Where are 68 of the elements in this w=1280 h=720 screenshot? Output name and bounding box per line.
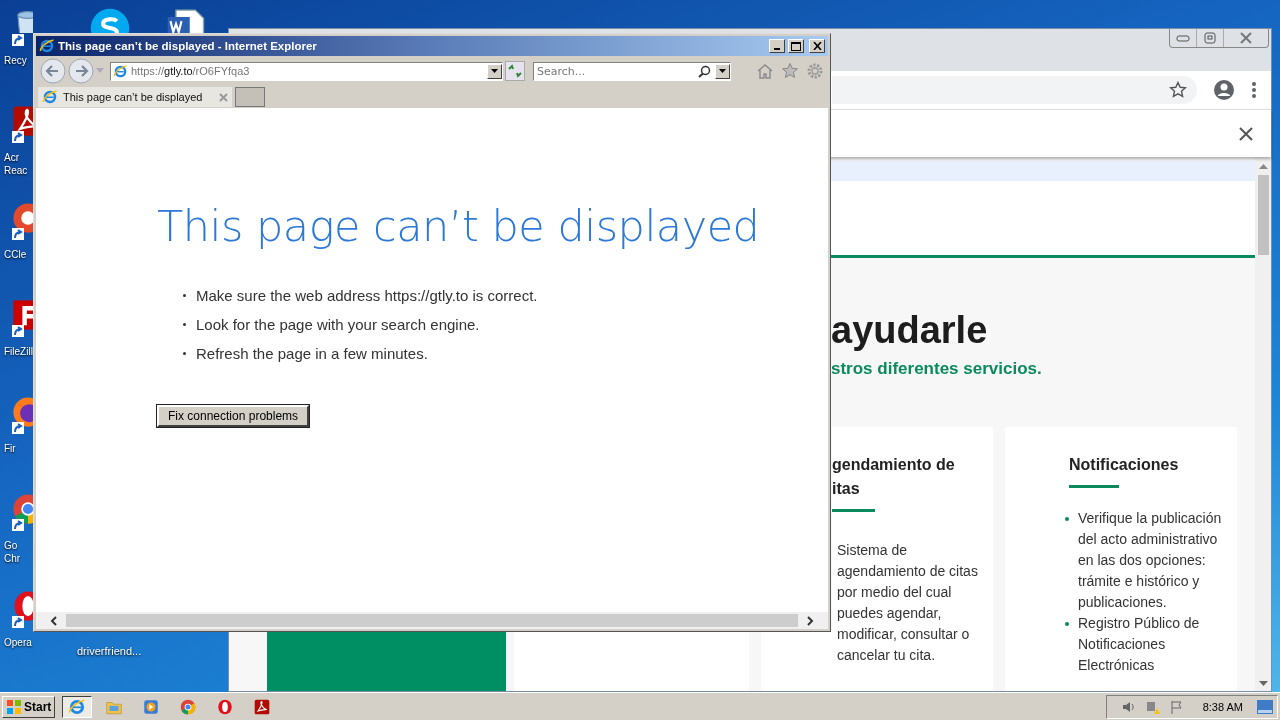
scroll-up-arrow-icon[interactable] xyxy=(1258,163,1268,169)
ie-icon[interactable] xyxy=(39,38,55,54)
shortcut-arrow-icon xyxy=(12,519,24,531)
title-underline xyxy=(832,509,875,512)
bullet-icon xyxy=(183,294,186,297)
scroll-down-arrow-icon[interactable] xyxy=(1258,681,1268,687)
desktop-icon-label[interactable]: Recy xyxy=(4,54,33,67)
star-icon[interactable] xyxy=(1169,81,1187,99)
shortcut-arrow-icon xyxy=(12,228,24,240)
shortcut-arrow-icon xyxy=(12,422,24,434)
start-button[interactable]: Start xyxy=(2,695,56,718)
shortcut-arrow-icon xyxy=(12,616,24,628)
window-title: This page can’t be displayed - Internet Explorer xyxy=(58,40,317,52)
forward-button[interactable] xyxy=(68,58,94,84)
search-field[interactable]: Search... xyxy=(533,61,731,81)
desktop-icon-label[interactable]: driverfriend... xyxy=(77,645,142,657)
error-heading: This page can’t be displayed xyxy=(157,200,760,253)
list-item: Refresh the page in a few minutes. xyxy=(196,344,428,363)
media-icon[interactable] xyxy=(142,697,161,716)
shortcut-arrow-icon xyxy=(12,34,24,46)
title-underline xyxy=(1069,485,1119,488)
filezilla-icon[interactable] xyxy=(10,297,33,333)
bullet-icon xyxy=(183,323,186,326)
bullet-icon xyxy=(183,352,186,355)
shortcut-arrow-icon xyxy=(12,131,24,143)
page-subheading: stros diferentes servicios. xyxy=(831,358,1043,380)
taskbar-button[interactable] xyxy=(62,695,93,718)
flag-icon[interactable] xyxy=(1168,698,1185,715)
dropdown-arrow-icon[interactable] xyxy=(491,69,498,73)
desktop-icon-label[interactable]: CCle xyxy=(4,248,33,261)
star-icon[interactable] xyxy=(781,62,799,80)
acrobat-icon[interactable] xyxy=(253,697,272,716)
page-heading: ayudarle xyxy=(831,308,989,352)
windows-logo-icon xyxy=(6,698,22,715)
desktop-icon-label[interactable]: Acr Reac xyxy=(4,151,33,177)
shortcut-arrow-icon xyxy=(12,325,24,337)
acrobat-icon[interactable] xyxy=(10,103,33,139)
bullet-icon xyxy=(1065,622,1069,626)
fix-connection-button[interactable]: Fix connection problems xyxy=(157,405,310,427)
address-field[interactable]: https://gtly.to/rO6FYfqa3 xyxy=(110,61,503,81)
card-text: Sistema de agendamiento de citas por medio del cual puedes agendar, modificar, consultar o cancelar tu cita. xyxy=(837,541,979,665)
dropdown-arrow-icon[interactable] xyxy=(719,69,726,73)
avatar-icon[interactable] xyxy=(1213,79,1235,101)
card-title: Notificaciones xyxy=(1069,455,1179,475)
search-icon[interactable] xyxy=(698,64,711,78)
restore-icon[interactable] xyxy=(1204,32,1216,44)
show-desktop-button[interactable] xyxy=(1257,699,1273,714)
home-icon[interactable] xyxy=(756,62,774,80)
list-item[interactable]: Verifique la publicación del acto administrativo en las dos opciones: trámite e histórico y publicaciones. xyxy=(1078,508,1228,613)
card-title: gendamiento de xyxy=(832,455,955,475)
bullet-icon xyxy=(1065,517,1069,521)
chrome-icon[interactable] xyxy=(179,697,198,716)
desktop-icon-label[interactable]: Go Chr xyxy=(4,539,33,565)
list-item: Look for the page with your search engine. xyxy=(196,315,480,334)
ie-icon[interactable] xyxy=(113,63,128,79)
new-tab-button[interactable] xyxy=(235,87,265,107)
card-title: itas xyxy=(832,479,860,499)
close-icon[interactable] xyxy=(1239,126,1253,141)
refresh-button[interactable] xyxy=(505,61,525,81)
desktop-icon-label[interactable]: FileZill xyxy=(4,345,33,358)
menu-icon[interactable] xyxy=(1251,81,1257,99)
opera-icon[interactable] xyxy=(216,697,235,716)
desktop-icon-label[interactable]: Opera xyxy=(4,636,33,649)
clock[interactable]: 8:38 AM xyxy=(1202,700,1243,713)
list-item: Make sure the web address https://gtly.to is correct. xyxy=(196,286,538,305)
list-item[interactable]: Registro Público de Notificaciones Electrónicas xyxy=(1078,613,1228,676)
desktop-icon-label[interactable]: Fir xyxy=(4,442,33,455)
scrollbar-thumb[interactable] xyxy=(1257,175,1269,255)
